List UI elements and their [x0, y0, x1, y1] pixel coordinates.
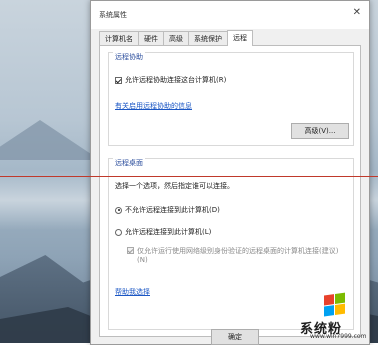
disallow-option-label: 不允许远程连接到此计算机(D) [125, 206, 220, 214]
windows-logo-icon [324, 292, 346, 317]
allow-assistance-row[interactable]: 允许远程协助连接这台计算机(R) [115, 75, 226, 85]
tab-advanced[interactable]: 高级 [163, 31, 189, 46]
mountain-shape [0, 120, 100, 160]
title-bar: 系统属性 ✕ [91, 1, 369, 29]
allow-option-row[interactable]: 允许远程连接到此计算机(L) [115, 227, 211, 237]
close-icon[interactable]: ✕ [353, 7, 361, 18]
allow-radio[interactable] [115, 228, 122, 236]
allow-assistance-label: 允许远程协助连接这台计算机(R) [125, 76, 227, 84]
system-properties-dialog: 系统属性 ✕ 计算机名 硬件 高级 系统保护 远程 远程协助 允许远程协助连接这… [90, 0, 370, 345]
nla-row[interactable]: 仅允许运行使用网络级别身份验证的远程桌面的计算机连接(建议) (N) [127, 247, 343, 265]
remote-desktop-group: 远程桌面 选择一个选项，然后指定谁可以连接。 不允许远程连接到此计算机(D) 允… [108, 158, 354, 330]
remote-desktop-label: 远程桌面 [113, 158, 145, 168]
remote-assistance-group: 远程协助 允许远程协助连接这台计算机(R) 有关启用远程协助的信息 高级(V).… [108, 52, 354, 146]
allow-assistance-checkbox[interactable] [115, 76, 122, 84]
allow-option-label: 允许远程连接到此计算机(L) [125, 228, 212, 236]
remote-assistance-label: 远程协助 [113, 52, 145, 62]
disallow-radio[interactable] [115, 206, 122, 214]
tab-hardware[interactable]: 硬件 [138, 31, 164, 46]
window-title: 系统属性 [99, 11, 127, 19]
remote-tab-panel: 远程协助 允许远程协助连接这台计算机(R) 有关启用远程协助的信息 高级(V).… [99, 45, 361, 337]
nla-label-suffix: (N) [137, 256, 148, 264]
advanced-button[interactable]: 高级(V)... [291, 123, 349, 139]
tab-system-protection[interactable]: 系统保护 [188, 31, 228, 46]
watermark-site: www.win7999.com [310, 333, 367, 340]
nla-checkbox[interactable] [127, 247, 134, 254]
remote-desktop-instruction: 选择一个选项，然后指定谁可以连接。 [115, 182, 234, 190]
tab-strip: 计算机名 硬件 高级 系统保护 远程 [99, 30, 253, 46]
disallow-option-row[interactable]: 不允许远程连接到此计算机(D) [115, 205, 220, 215]
red-guide-line [0, 176, 378, 177]
tab-remote[interactable]: 远程 [227, 30, 253, 46]
nla-label: 仅允许运行使用网络级别身份验证的远程桌面的计算机连接(建议) (N) [137, 247, 343, 265]
tab-computer-name[interactable]: 计算机名 [99, 31, 139, 46]
nla-label-text: 仅允许运行使用网络级别身份验证的远程桌面的计算机连接(建议) [137, 247, 339, 255]
assistance-info-link[interactable]: 有关启用远程协助的信息 [115, 101, 192, 111]
help-me-choose-link[interactable]: 帮助我选择 [115, 287, 150, 297]
